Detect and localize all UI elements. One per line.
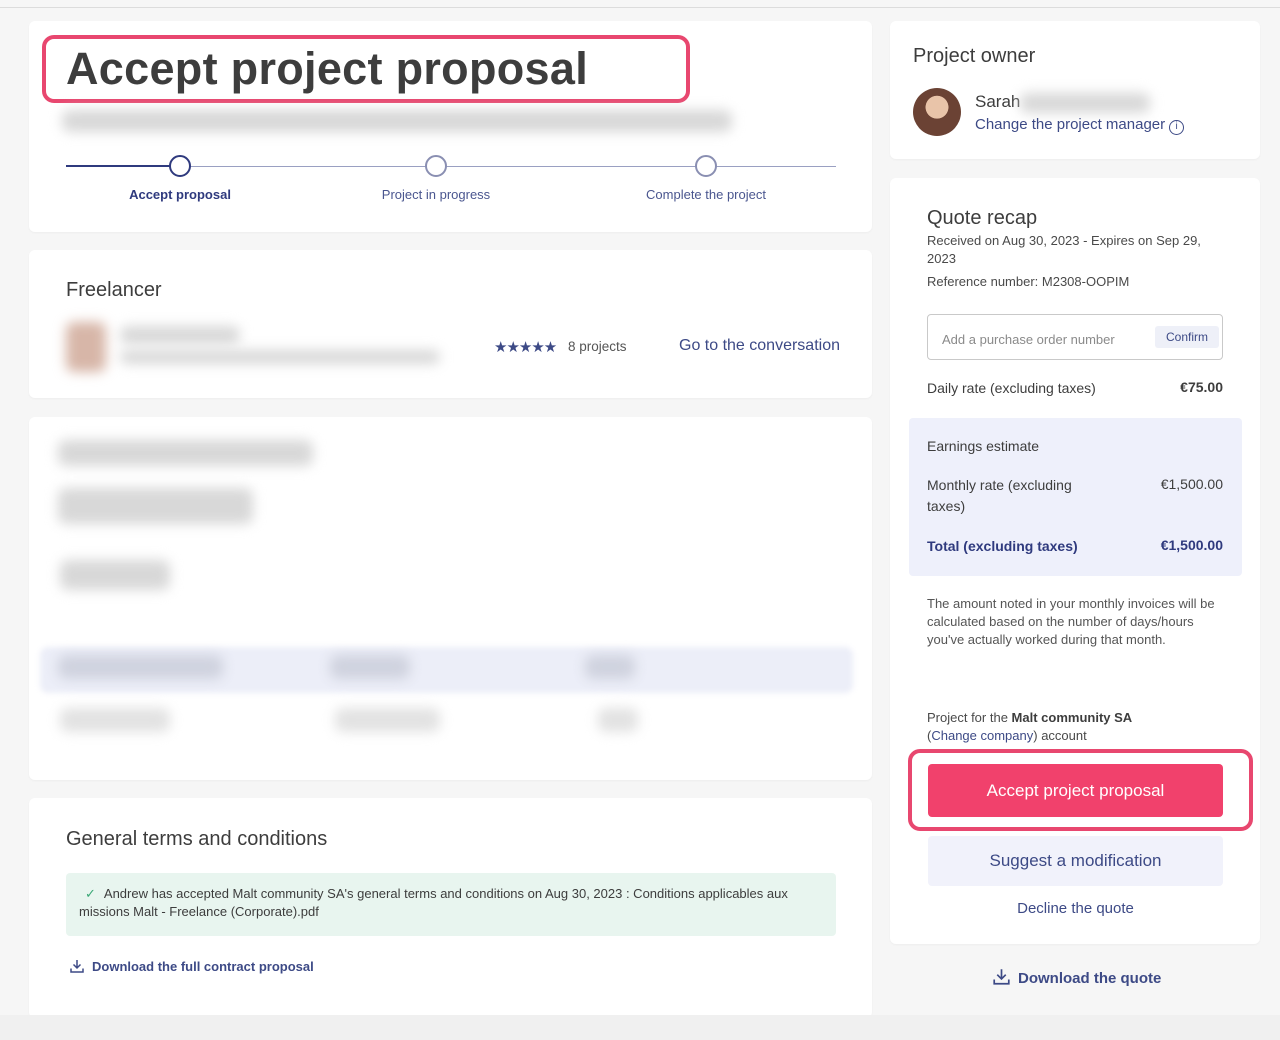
step-dot-project-in-progress xyxy=(425,155,447,177)
go-to-conversation-link[interactable]: Go to the conversation xyxy=(679,337,840,355)
terms-accepted-message: Andrew has accepted Malt community SA's … xyxy=(79,886,788,919)
blurred-owner-surname xyxy=(1020,93,1150,113)
blurred-heading xyxy=(58,440,313,466)
owner-name: Sarah xyxy=(975,92,1021,111)
download-icon xyxy=(993,969,1010,985)
company-name: Malt community SA xyxy=(1011,710,1133,725)
download-contract-label: Download the full contract proposal xyxy=(92,959,314,974)
quote-recap-title: Quote recap xyxy=(927,207,1038,229)
blurred-subtitle xyxy=(62,110,732,132)
blurred-table-cell xyxy=(330,655,410,679)
projects-count: 8 projects xyxy=(568,339,627,354)
freelancer-avatar[interactable] xyxy=(66,322,106,372)
blurred-table-cell xyxy=(335,708,440,732)
accept-project-proposal-button[interactable]: Accept project proposal xyxy=(928,764,1223,817)
download-icon xyxy=(70,960,84,973)
download-quote-link[interactable]: Download the quote xyxy=(993,968,1161,987)
rating-stars-icon: ★★★★★ xyxy=(494,339,557,356)
step-label-accept-proposal: Accept proposal xyxy=(129,187,231,202)
page-title: Accept project proposal xyxy=(66,43,589,94)
blurred-table-cell xyxy=(58,655,223,679)
download-quote-label: Download the quote xyxy=(1018,970,1162,987)
change-company-line: (Change company) account xyxy=(927,727,1087,745)
step-label-complete-project: Complete the project xyxy=(646,187,766,202)
download-contract-link[interactable]: Download the full contract proposal xyxy=(70,959,314,974)
daily-rate-label: Daily rate (excluding taxes) xyxy=(927,380,1096,396)
terms-section-title: General terms and conditions xyxy=(66,828,328,850)
freelancer-card xyxy=(29,250,872,398)
decline-quote-link[interactable]: Decline the quote xyxy=(928,900,1223,917)
top-divider xyxy=(0,7,1280,8)
company-prefix: Project for the xyxy=(927,710,1012,725)
daily-rate-value: €75.00 xyxy=(1180,379,1223,395)
quote-received-date: Received on Aug 30, 2023 - Expires on Se… xyxy=(927,233,1201,266)
step-dot-complete-project xyxy=(695,155,717,177)
change-company-link[interactable]: Change company xyxy=(931,728,1033,743)
blurred-freelancer-title xyxy=(120,350,440,364)
blurred-table-cell xyxy=(60,708,170,732)
earnings-estimate-title: Earnings estimate xyxy=(927,438,1040,454)
page-footer xyxy=(0,1015,1280,1040)
terms-accepted-text: ✓ Andrew has accepted Malt community SA's… xyxy=(79,885,827,921)
change-project-manager-link[interactable]: Change the project manager i xyxy=(975,116,1185,135)
blurred-freelancer-name xyxy=(120,326,240,344)
monthly-rate-label: Monthly rate (excluding taxes) xyxy=(927,477,1072,514)
freelancer-section-title: Freelancer xyxy=(66,279,162,301)
info-icon[interactable]: i xyxy=(1169,120,1185,135)
blurred-table-cell xyxy=(585,655,635,679)
invoice-note: The amount noted in your monthly invoice… xyxy=(927,596,1215,647)
blurred-label xyxy=(60,560,170,590)
avatar xyxy=(913,88,961,136)
check-icon: ✓ xyxy=(85,886,96,901)
stepper-track xyxy=(181,166,836,167)
total-value: €1,500.00 xyxy=(1160,537,1223,553)
suggest-modification-button[interactable]: Suggest a modification xyxy=(928,836,1223,886)
owner-section-title: Project owner xyxy=(913,45,1036,67)
quote-reference-number: Reference number: M2308-OOPIM xyxy=(927,274,1130,289)
total-label: Total (excluding taxes) xyxy=(927,538,1078,554)
purchase-order-confirm-button[interactable]: Confirm xyxy=(1155,326,1219,348)
blurred-paragraph xyxy=(58,488,253,524)
company-suffix: ) account xyxy=(1033,728,1087,743)
step-label-project-in-progress: Project in progress xyxy=(381,187,491,202)
stepper-progress xyxy=(66,165,181,167)
purchase-order-placeholder: Add a purchase order number xyxy=(942,332,1115,347)
project-company-line: Project for the Malt community SA xyxy=(927,709,1132,727)
blurred-table-cell xyxy=(598,708,638,732)
monthly-rate-value: €1,500.00 xyxy=(1160,476,1223,492)
change-project-manager-label: Change the project manager xyxy=(975,116,1166,133)
step-dot-accept-proposal xyxy=(169,155,191,177)
